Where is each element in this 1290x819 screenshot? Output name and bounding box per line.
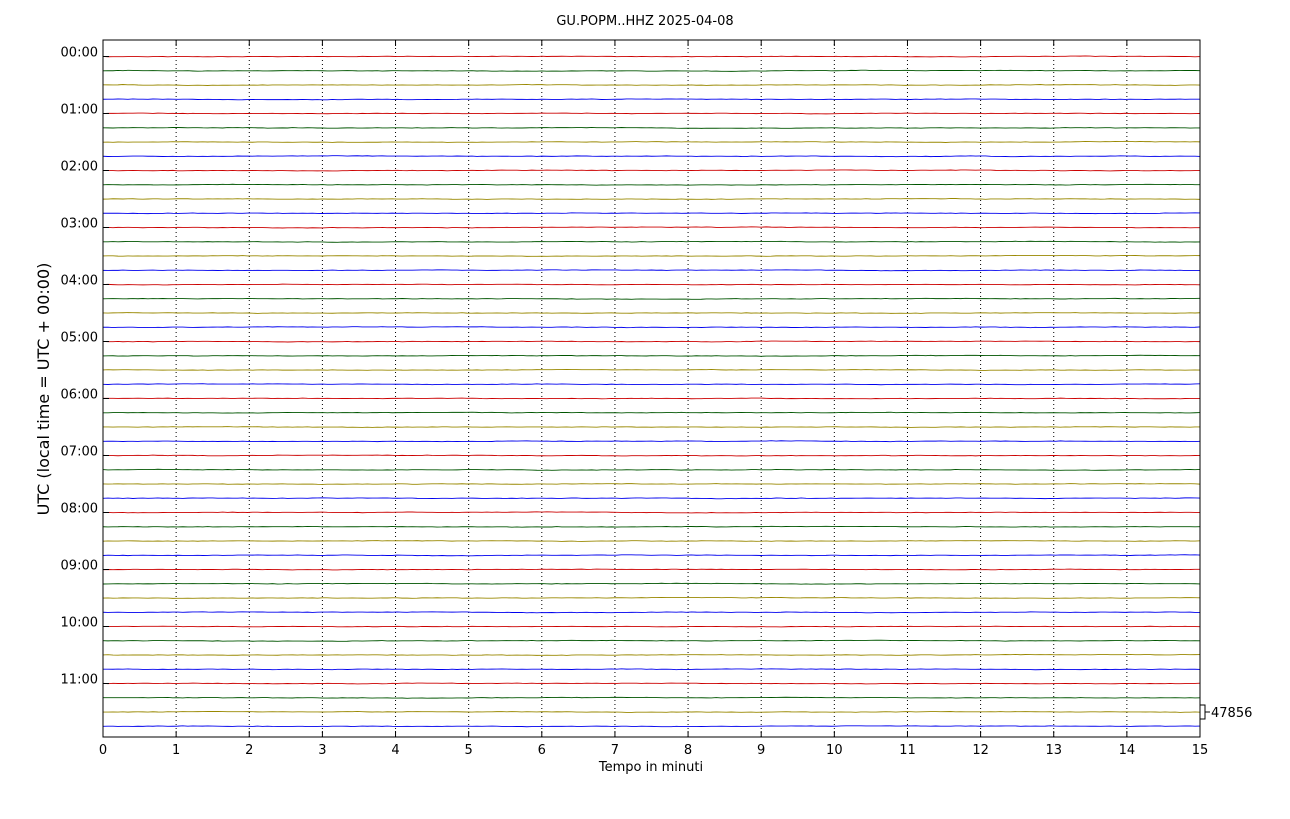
x-tick-label: 1 — [172, 743, 180, 758]
trace-row-42 — [102, 653, 1201, 656]
plot-frame — [102, 39, 1201, 738]
scale-label: 47856 — [1211, 706, 1252, 721]
trace-row-9 — [102, 183, 1200, 186]
y-tick-label: 10:00 — [61, 616, 98, 631]
y-axis-label: UTC (local time = UTC + 00:00) — [34, 263, 53, 516]
trace-row-28 — [102, 454, 1201, 457]
trace-row-20 — [102, 340, 1201, 343]
x-tick-label: 7 — [611, 743, 619, 758]
trace-row-35 — [102, 554, 1201, 557]
y-tick-label: 02:00 — [61, 160, 98, 175]
helicorder-chart: GU.POPM..HHZ 2025-04-08 0 1 2 3 4 5 6 7 8 9 10 11 12… — [34, 14, 1252, 775]
trace-row-17 — [102, 297, 1201, 300]
trace-row-31 — [102, 497, 1201, 500]
x-axis-label: Tempo in minuti — [598, 760, 703, 775]
trace-row-4 — [102, 112, 1201, 115]
scale-bracket — [1200, 704, 1210, 720]
trace-row-37 — [102, 582, 1201, 585]
x-tick-label: 8 — [684, 743, 692, 758]
x-axis: 0 1 2 3 4 5 6 7 8 9 10 11 12 13 14 15 — [99, 40, 1208, 758]
y-tick-label: 08:00 — [61, 502, 98, 517]
amplitude-scale-bar: 47856 — [1200, 704, 1252, 721]
y-tick-label: 01:00 — [61, 103, 98, 118]
trace-row-22 — [102, 368, 1201, 371]
x-tick-label: 2 — [245, 743, 253, 758]
trace-row-24 — [103, 397, 1201, 400]
grid-lines — [175, 40, 1128, 737]
trace-row-13 — [102, 240, 1201, 243]
x-tick-label: 5 — [465, 743, 473, 758]
trace-row-43 — [102, 668, 1201, 671]
trace-row-1 — [102, 69, 1201, 72]
y-tick-label: 04:00 — [61, 274, 98, 289]
trace-row-40 — [102, 625, 1201, 628]
y-tick-label: 03:00 — [61, 217, 98, 232]
x-tick-label: 15 — [1192, 743, 1209, 758]
trace-row-44 — [102, 682, 1201, 685]
trace-row-18 — [102, 312, 1201, 314]
x-tick-label: 9 — [757, 743, 765, 758]
trace-row-19 — [102, 326, 1201, 329]
trace-row-16 — [102, 283, 1201, 286]
trace-row-15 — [102, 269, 1201, 272]
trace-row-2 — [102, 83, 1201, 86]
trace-row-11 — [102, 212, 1201, 215]
trace-row-39 — [102, 611, 1201, 614]
x-tick-label: 0 — [99, 743, 107, 758]
trace-row-41 — [102, 639, 1201, 642]
trace-row-46 — [102, 710, 1201, 713]
trace-row-12 — [102, 226, 1201, 229]
x-tick-label: 13 — [1045, 743, 1062, 758]
x-tick-label: 6 — [538, 743, 546, 758]
trace-row-29 — [102, 468, 1201, 471]
x-tick-label: 3 — [318, 743, 326, 758]
trace-row-47 — [102, 725, 1201, 728]
trace-row-0 — [102, 55, 1201, 58]
trace-row-7 — [102, 155, 1201, 158]
trace-row-34 — [102, 540, 1201, 542]
y-tick-label: 00:00 — [61, 46, 98, 61]
trace-row-36 — [102, 568, 1201, 571]
x-tick-label: 10 — [826, 743, 843, 758]
y-tick-label: 07:00 — [61, 445, 98, 460]
trace-row-30 — [102, 483, 1201, 485]
trace-row-3 — [102, 98, 1200, 101]
x-tick-label: 11 — [899, 743, 916, 758]
x-tick-label: 12 — [972, 743, 989, 758]
trace-row-25 — [102, 411, 1201, 414]
x-tick-label: 14 — [1119, 743, 1136, 758]
trace-row-21 — [102, 354, 1201, 357]
trace-row-23 — [102, 383, 1201, 386]
y-tick-label: 09:00 — [61, 559, 98, 574]
trace-row-38 — [102, 596, 1201, 599]
trace-lines — [102, 55, 1201, 728]
y-tick-label: 05:00 — [61, 331, 98, 346]
trace-row-10 — [102, 198, 1201, 200]
trace-row-45 — [102, 696, 1201, 699]
x-tick-label: 4 — [391, 743, 399, 758]
trace-row-14 — [102, 254, 1201, 257]
trace-row-32 — [102, 511, 1201, 514]
trace-row-27 — [102, 440, 1201, 443]
trace-row-8 — [102, 169, 1201, 172]
y-axis: 00:00 01:00 02:00 03:00 04:00 05:00 06:00 07:00… — [61, 46, 109, 688]
chart-title: GU.POPM..HHZ 2025-04-08 — [556, 14, 733, 29]
y-tick-label: 11:00 — [61, 673, 98, 688]
trace-row-5 — [102, 126, 1201, 129]
y-tick-label: 06:00 — [61, 388, 98, 403]
trace-row-33 — [102, 525, 1201, 528]
trace-row-26 — [102, 426, 1201, 428]
trace-row-6 — [102, 140, 1201, 143]
